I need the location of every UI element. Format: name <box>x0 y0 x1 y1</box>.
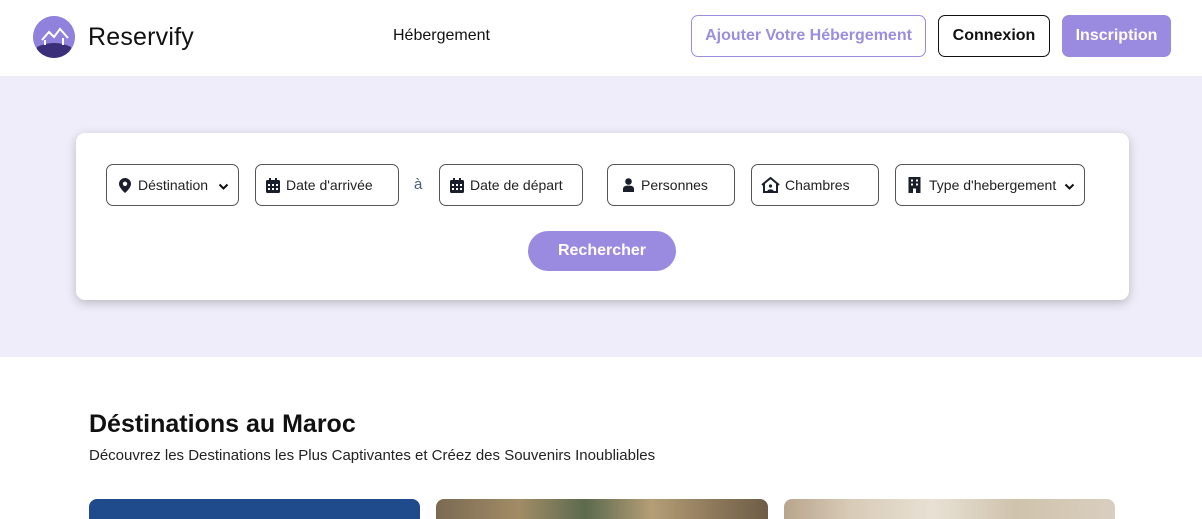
signup-button[interactable]: Inscription <box>1062 15 1171 57</box>
top-navbar: Reservify Hébergement Ajouter Votre Hébe… <box>0 0 1202 76</box>
departure-date-label: Date de départ <box>470 177 563 193</box>
user-icon <box>620 177 636 193</box>
calendar-icon <box>449 177 465 193</box>
chevron-down-icon <box>218 179 229 195</box>
destination-label: Déstination <box>138 177 209 193</box>
section-subtitle: Découvrez les Destinations les Plus Capt… <box>89 447 656 464</box>
date-separator: à <box>414 176 423 193</box>
building-icon <box>906 177 922 193</box>
accommodation-type-select[interactable]: Type d'hebergement <box>895 164 1085 206</box>
brand-name[interactable]: Reservify <box>88 23 194 52</box>
map-pin-icon <box>117 177 133 193</box>
persons-label: Personnes <box>641 177 708 193</box>
destination-card[interactable] <box>89 499 420 519</box>
arrival-date-label: Date d'arrivée <box>286 177 373 193</box>
search-card <box>76 133 1129 300</box>
logo-house-icon[interactable] <box>33 16 75 58</box>
arrival-date-input[interactable]: Date d'arrivée <box>255 164 399 206</box>
section-title: Déstinations au Maroc <box>89 410 356 438</box>
nav-link-hebergement[interactable]: Hébergement <box>393 27 490 45</box>
rooms-input[interactable]: Chambres <box>751 164 879 206</box>
destination-select[interactable]: Déstination <box>106 164 239 206</box>
departure-date-input[interactable]: Date de départ <box>439 164 583 206</box>
rooms-label: Chambres <box>785 177 850 193</box>
destination-card[interactable] <box>436 499 768 519</box>
chevron-down-icon <box>1064 179 1075 195</box>
destination-card[interactable] <box>784 499 1115 519</box>
accommodation-type-label: Type d'hebergement <box>929 177 1057 193</box>
search-button[interactable]: Rechercher <box>528 231 676 271</box>
house-icon <box>760 177 780 193</box>
calendar-icon <box>265 177 281 193</box>
persons-input[interactable]: Personnes <box>607 164 735 206</box>
login-button[interactable]: Connexion <box>938 15 1050 57</box>
add-listing-button[interactable]: Ajouter Votre Hébergement <box>691 15 926 57</box>
